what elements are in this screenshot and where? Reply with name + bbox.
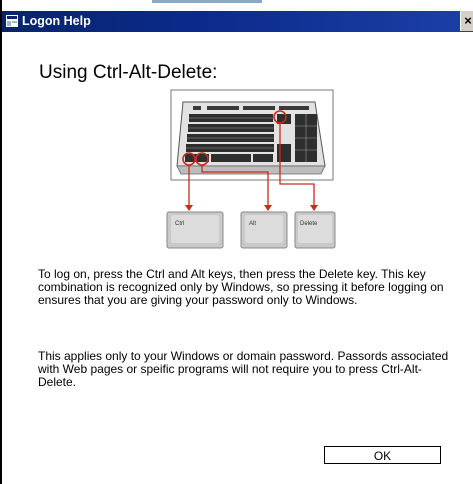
logon-help-window: Logon Help × Using Ctrl-Alt-Delete: Ctrl… [0,0,473,484]
title-bar: Logon Help × [2,11,473,32]
close-button[interactable]: × [460,11,473,31]
note-paragraph: This applies only to your Windows or dom… [38,349,449,389]
top-strip [2,0,473,11]
ctrl-key [166,211,224,249]
ctrl-key-label: Ctrl [175,221,184,227]
help-window-icon [6,15,18,27]
alt-key-label: Alt [249,221,256,227]
delete-key-label: Delete [300,221,318,227]
ok-button[interactable]: OK [324,446,441,464]
page-heading: Using Ctrl-Alt-Delete: [39,62,218,83]
alt-key [240,211,288,249]
delete-key [294,211,336,249]
keyboard-illustration: Ctrl Alt Delete [166,89,336,249]
window-title: Logon Help [22,14,91,28]
instructions-paragraph: To log on, press the Ctrl and Alt keys, … [38,267,444,307]
